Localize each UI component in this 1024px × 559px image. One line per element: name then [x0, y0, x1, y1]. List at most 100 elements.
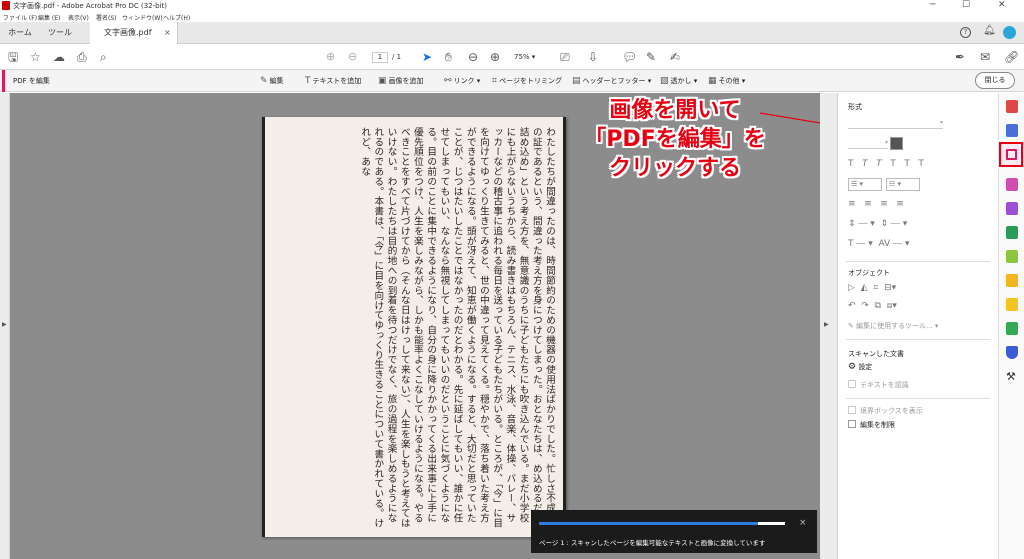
- pdf-page[interactable]: わたしたちが間違ったのは、時間節約のための機器の使用法ばかりでした。忙しさ不成功…: [262, 117, 566, 537]
- header-footer-button[interactable]: ▤ ヘッダーとフッター ▾: [572, 75, 651, 87]
- tab-bar: ホーム ツール 文字画像.pdf × ? 🔔︎: [0, 22, 1024, 44]
- minimize-button[interactable]: ─: [930, 0, 935, 10]
- help-icon[interactable]: ?: [960, 27, 971, 38]
- export-pdf-tool-icon[interactable]: [1006, 124, 1018, 137]
- header-footer-label: ヘッダーとフッター: [582, 77, 646, 85]
- line-spacing-controls[interactable]: ⇕ ⎯⎯ ▾ ⇕ ⎯⎯ ▾: [848, 219, 907, 229]
- show-bounding-boxes-label: 境界ボックスを表示: [860, 407, 923, 415]
- print-production-tool-icon[interactable]: [1006, 322, 1018, 335]
- highlight-pen-icon[interactable]: ✎: [646, 50, 656, 64]
- maximize-button[interactable]: ☐: [962, 0, 970, 10]
- text-style-icons[interactable]: T T T T T T: [848, 159, 924, 169]
- restrict-editing-checkbox[interactable]: [848, 420, 856, 428]
- progress-fill: [539, 522, 758, 525]
- more-label: その他: [718, 77, 740, 85]
- object-heading: オブジェクト: [848, 269, 890, 277]
- prev-page-icon[interactable]: ⊕: [326, 50, 335, 64]
- edit-pdf-toolbar: PDF を編集 ✎ 編集 T テキストを追加 ▣ 画像を追加 ⚯ リンク ▾ ⌗ ページを…: [0, 70, 1024, 92]
- zoom-out-icon[interactable]: ⊖: [468, 50, 478, 64]
- crop-page-button[interactable]: ⌗ ページをトリミング: [492, 75, 562, 87]
- sign-icon[interactable]: ✍︎: [670, 50, 680, 64]
- more-tools-icon[interactable]: ⚒: [1006, 370, 1018, 383]
- scan-ocr-tool-icon[interactable]: [1006, 226, 1018, 239]
- show-bounding-boxes-checkbox[interactable]: [848, 406, 856, 414]
- close-window-button[interactable]: ✕: [998, 0, 1006, 10]
- settings-label: 設定: [858, 363, 873, 371]
- zoom-search-icon[interactable]: ⌕: [100, 50, 107, 64]
- flip-crop-icons[interactable]: ▷ ◭ ⌗ ⊟▾: [848, 283, 896, 293]
- zoom-in-icon[interactable]: ⊕: [490, 50, 500, 64]
- watermark-icon: ▧: [660, 76, 669, 86]
- font-color-swatch[interactable]: [890, 137, 903, 150]
- bullet-list-select[interactable]: ☰ ▾: [848, 178, 882, 191]
- link-button[interactable]: ⚯ リンク ▾: [444, 75, 480, 87]
- rotate-arrange-icons[interactable]: ↶ ↷ ⧉ ⧈▾: [848, 301, 897, 311]
- cloud-upload-icon[interactable]: ☁: [53, 50, 65, 64]
- menu-sign[interactable]: 署名(S): [96, 13, 117, 22]
- tab-tools[interactable]: ツール: [40, 22, 80, 44]
- close-edit-button[interactable]: 閉じる: [975, 72, 1015, 89]
- save-icon[interactable]: 🖫: [8, 50, 18, 64]
- char-spacing-controls[interactable]: T ⎯⎯ ▾ AV ⎯⎯ ▾: [848, 239, 909, 249]
- page-number-input[interactable]: 1: [372, 52, 388, 63]
- numbered-list-select[interactable]: ☷ ▾: [886, 178, 920, 191]
- scanned-doc-heading: スキャンした文書: [848, 350, 904, 358]
- recognize-text-checkbox[interactable]: [848, 380, 856, 388]
- tab-close-icon[interactable]: ×: [164, 22, 171, 44]
- mail-icon[interactable]: ✉: [980, 50, 990, 64]
- watermark-label: 透かし: [670, 77, 692, 85]
- avatar[interactable]: [1003, 26, 1016, 39]
- create-pdf-tool-icon[interactable]: [1006, 100, 1018, 113]
- edit-pdf-label: PDF を編集: [2, 70, 50, 92]
- hand-tool-icon[interactable]: ✋︎: [445, 50, 452, 64]
- tab-home[interactable]: ホーム: [0, 22, 40, 44]
- left-panel-toggle[interactable]: ▶: [0, 93, 10, 559]
- edit-icon: ✎: [260, 76, 268, 86]
- comment-icon[interactable]: 💬︎: [622, 50, 637, 64]
- tab-document[interactable]: 文字画像.pdf ×: [90, 22, 178, 44]
- comment-tool-icon[interactable]: [1006, 298, 1018, 311]
- menu-file[interactable]: ファイル (F): [3, 13, 37, 22]
- combine-tool-icon[interactable]: [1006, 274, 1018, 287]
- close-toast-icon[interactable]: ×: [799, 518, 807, 528]
- progress-track: [539, 522, 785, 525]
- settings-button[interactable]: ⚙ 設定: [848, 362, 872, 372]
- edit-with-tool-label: 編集に使用するツール...: [856, 322, 933, 330]
- add-image-button[interactable]: ▣ 画像を追加: [378, 75, 424, 87]
- header-footer-icon: ▤: [572, 76, 581, 86]
- divider: [846, 261, 990, 262]
- format-heading: 形式: [848, 103, 862, 111]
- scroll-mode-icon[interactable]: ⇩: [588, 50, 598, 64]
- edit-button[interactable]: ✎ 編集: [260, 75, 284, 87]
- crop-icon: ⌗: [492, 76, 498, 86]
- more-button[interactable]: ▦ その他 ▾: [708, 75, 745, 87]
- add-text-button[interactable]: T テキストを追加: [305, 75, 361, 87]
- align-icons[interactable]: ≡ ≡ ≡ ≡: [848, 199, 904, 209]
- bookmark-star-icon[interactable]: ☆: [30, 50, 41, 64]
- menu-window[interactable]: ウィンドウ(W): [122, 13, 163, 22]
- menu-view[interactable]: 表示(V): [68, 13, 89, 22]
- zoom-level-select[interactable]: 75% ▾: [514, 52, 546, 63]
- select-cursor-icon[interactable]: ➤: [422, 50, 432, 64]
- bell-icon[interactable]: 🔔︎: [983, 25, 996, 36]
- fit-page-icon[interactable]: ⎚: [560, 50, 570, 64]
- next-page-icon[interactable]: ⊖: [348, 50, 357, 64]
- compare-tool-icon[interactable]: [1006, 250, 1018, 263]
- edit-pdf-tool-highlighted[interactable]: [999, 142, 1023, 167]
- watermark-button[interactable]: ▧ 透かし ▾: [660, 75, 697, 87]
- right-panel-toggle[interactable]: ▶: [820, 93, 838, 559]
- organize-pages-tool-icon[interactable]: [1006, 178, 1018, 191]
- font-family-select[interactable]: ▾: [848, 119, 943, 129]
- protect-shield-icon[interactable]: [1006, 346, 1018, 359]
- tab-document-label: 文字画像.pdf: [104, 28, 152, 37]
- fill-sign-icon[interactable]: ✒: [955, 50, 965, 64]
- acrobat-icon: [2, 1, 10, 10]
- fill-sign-tool-icon[interactable]: [1006, 202, 1018, 215]
- font-size-select[interactable]: ▾: [848, 139, 888, 149]
- menu-edit[interactable]: 編集 (E): [38, 13, 60, 22]
- page-scanned-text: わたしたちが間違ったのは、時間節約のための機器の使用法ばかりでした。忙しさ不成功…: [359, 127, 555, 529]
- edit-with-tool-select[interactable]: ✎ 編集に使用するツール... ▾: [848, 321, 938, 331]
- menu-help[interactable]: ヘルプ(H): [163, 13, 190, 22]
- print-icon[interactable]: ⎙: [77, 50, 87, 64]
- share-link-icon[interactable]: 🔗︎: [1004, 50, 1019, 64]
